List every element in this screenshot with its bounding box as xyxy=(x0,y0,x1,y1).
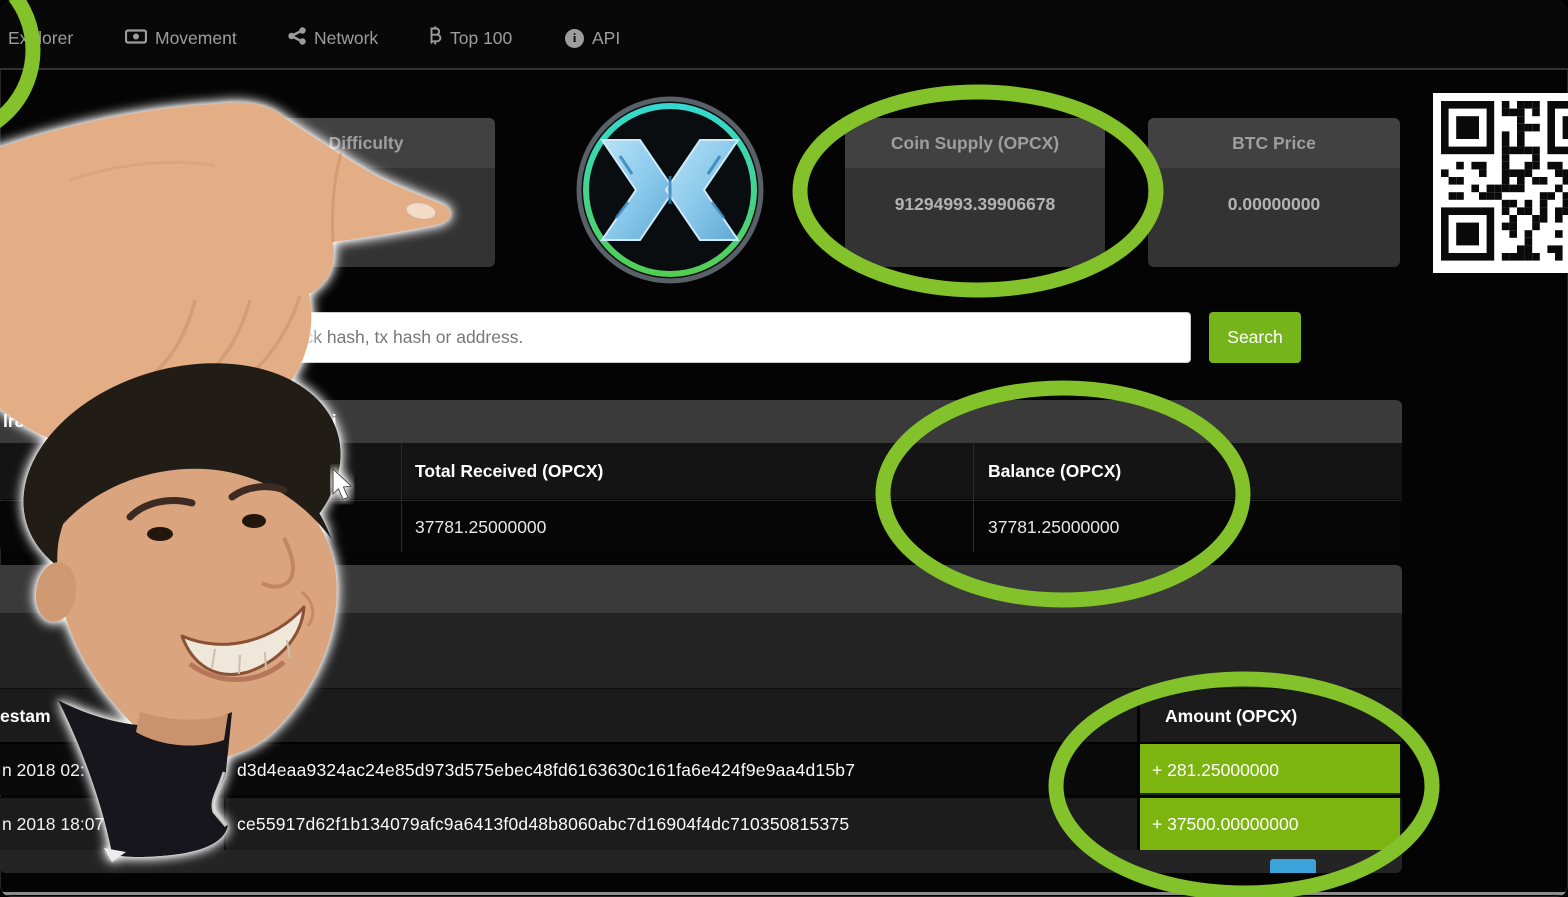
column-divider xyxy=(224,688,226,850)
tx-hash: ce55917d62f1b134079afc9a6413f0d48b8060ab… xyxy=(237,814,850,834)
money-icon xyxy=(124,28,148,49)
tx-amount: + 281.25000000 xyxy=(1140,744,1400,795)
nav-network[interactable]: Network xyxy=(288,24,378,52)
btc-price-card: BTC Price 0.00000000 xyxy=(1148,118,1400,267)
nav-label: API xyxy=(592,27,621,48)
nav-movement[interactable]: Movement xyxy=(124,24,237,52)
frame-bottom-edge xyxy=(0,892,1568,895)
column-divider xyxy=(973,443,974,552)
total-received-value: 37781.25000000 xyxy=(415,517,547,537)
nav-api[interactable]: i API xyxy=(565,24,620,52)
coin-supply-card: Coin Supply (OPCX) 91294993.39906678 xyxy=(845,118,1105,267)
timestamp-header: estam xyxy=(0,706,51,726)
nav-explorer[interactable]: Explorer xyxy=(8,24,73,52)
hash-header: Hash xyxy=(237,706,280,726)
qr-code xyxy=(1433,93,1568,273)
tx-amount: + 37500.00000000 xyxy=(1140,798,1400,850)
balance-value: 37781.25000000 xyxy=(988,517,1120,537)
amount-header: Amount (OPCX) xyxy=(1165,706,1298,726)
difficulty-label: Difficulty xyxy=(237,118,495,168)
column-divider xyxy=(1137,688,1140,850)
tx-timestamp: n 2018 18:07:2 xyxy=(2,814,119,834)
explorer-page: Explorer Movement Network Top 100 i API … xyxy=(0,0,1568,897)
nav-label: Movement xyxy=(155,27,237,48)
transaction-row: n 2018 02: d3d4eaa9324ac24e85d973d575ebe… xyxy=(0,742,1402,795)
navbar: Explorer Movement Network Top 100 i API xyxy=(0,0,1568,70)
difficulty-card: Difficulty 31 xyxy=(237,118,495,267)
share-icon xyxy=(288,26,306,50)
info-icon: i xyxy=(565,28,584,48)
transactions-toolbar xyxy=(0,613,1402,688)
search-input[interactable] xyxy=(163,312,1191,363)
bitcoin-icon xyxy=(429,26,442,50)
nav-top100[interactable]: Top 100 xyxy=(429,24,512,52)
difficulty-value: 31 xyxy=(398,193,418,213)
nav-label: Network xyxy=(314,27,379,48)
transaction-row: n 2018 18:07:2 ce55917d62f1b134079afc9a6… xyxy=(0,797,1402,850)
btc-price-value: 0.00000000 xyxy=(1227,194,1321,214)
pagination-active-page[interactable] xyxy=(1270,859,1316,873)
tx-timestamp: n 2018 02: xyxy=(2,760,85,780)
btc-price-label: BTC Price xyxy=(1148,118,1400,168)
balance-header: Balance (OPCX) xyxy=(988,461,1122,481)
nav-label: Explorer xyxy=(8,27,74,48)
address-panel-header: lr8 6i xyxy=(0,400,1402,443)
transactions-footer xyxy=(0,850,1402,873)
search-button[interactable]: Search xyxy=(1209,312,1301,363)
tx-hash: d3d4eaa9324ac24e85d973d575ebec48fd616363… xyxy=(237,760,856,780)
coin-supply-value: 91294993.39906678 xyxy=(894,194,1056,214)
transactions-panel-header xyxy=(0,565,1402,613)
coin-logo xyxy=(576,96,764,289)
nav-label: Top 100 xyxy=(450,27,513,48)
coin-supply-label: Coin Supply (OPCX) xyxy=(845,118,1105,168)
column-divider xyxy=(401,443,402,552)
address-table-header: Total Received (OPCX) Balance (OPCX) xyxy=(0,443,1402,499)
address-fragment: lr8 xyxy=(3,411,25,431)
address-table-row: 37781.25000000 37781.25000000 xyxy=(0,500,1402,552)
total-received-header: Total Received (OPCX) xyxy=(415,461,604,481)
address-fragment: 6i xyxy=(322,411,337,431)
transactions-table-header: estam Hash Amount (OPCX) xyxy=(0,688,1402,742)
